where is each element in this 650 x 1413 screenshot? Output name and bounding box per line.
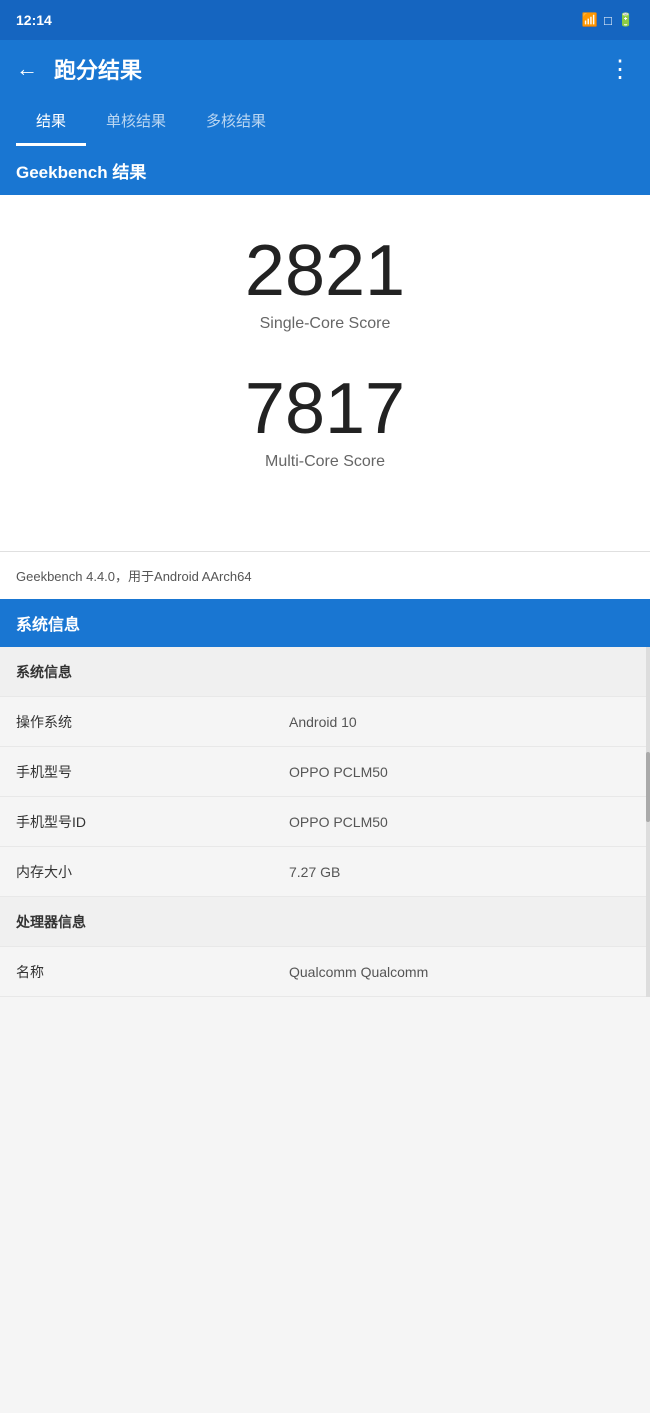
info-value: Qualcomm Qualcomm — [273, 947, 650, 996]
table-row: 处理器信息 — [0, 897, 650, 947]
single-core-score: 2821 — [20, 235, 630, 307]
info-value: Android 10 — [273, 697, 650, 746]
multi-core-label: Multi-Core Score — [20, 453, 630, 471]
info-key: 处理器信息 — [0, 897, 273, 946]
info-value: OPPO PCLM50 — [273, 747, 650, 796]
system-info-header: 系统信息 — [0, 599, 650, 647]
table-row: 内存大小7.27 GB — [0, 847, 650, 897]
score-area: 2821 Single-Core Score 7817 Multi-Core S… — [0, 195, 650, 551]
single-core-label: Single-Core Score — [20, 315, 630, 333]
tab-single-core[interactable]: 单核结果 — [86, 98, 186, 146]
scrollbar-track — [646, 647, 650, 997]
signal-icon: □ — [604, 13, 612, 28]
info-value: OPPO PCLM50 — [273, 797, 650, 846]
status-icons: 📶 □ 🔋 — [582, 12, 634, 28]
table-row: 操作系统Android 10 — [0, 697, 650, 747]
tab-bar: 结果 单核结果 多核结果 — [0, 98, 650, 146]
info-key: 手机型号ID — [0, 797, 273, 846]
scrollbar-thumb — [646, 752, 650, 822]
menu-button[interactable]: ⋮ — [608, 55, 634, 84]
info-key: 内存大小 — [0, 847, 273, 896]
info-value — [273, 897, 650, 946]
info-value — [273, 647, 650, 696]
status-time: 12:14 — [16, 12, 52, 28]
table-row: 系统信息 — [0, 647, 650, 697]
info-value: 7.27 GB — [273, 847, 650, 896]
geekbench-header: Geekbench 结果 — [0, 146, 650, 195]
top-bar: ← 跑分结果 ⋮ — [0, 40, 650, 98]
system-info-table: 系统信息操作系统Android 10手机型号OPPO PCLM50手机型号IDO… — [0, 647, 650, 997]
single-core-block: 2821 Single-Core Score — [20, 235, 630, 333]
multi-core-block: 7817 Multi-Core Score — [20, 373, 630, 471]
tab-results[interactable]: 结果 — [16, 98, 86, 146]
page-title: 跑分结果 — [54, 53, 142, 85]
status-bar: 12:14 📶 □ 🔋 — [0, 0, 650, 40]
info-key: 系统信息 — [0, 647, 273, 696]
back-button[interactable]: ← — [16, 56, 38, 82]
info-key: 手机型号 — [0, 747, 273, 796]
table-row: 手机型号IDOPPO PCLM50 — [0, 797, 650, 847]
geekbench-info-line: Geekbench 4.4.0，用于Android AArch64 — [0, 551, 650, 599]
system-info-rows: 系统信息操作系统Android 10手机型号OPPO PCLM50手机型号IDO… — [0, 647, 650, 997]
table-row: 手机型号OPPO PCLM50 — [0, 747, 650, 797]
wifi-icon: 📶 — [582, 12, 598, 28]
info-key: 操作系统 — [0, 697, 273, 746]
top-bar-left: ← 跑分结果 — [16, 53, 142, 85]
tab-multi-core[interactable]: 多核结果 — [186, 98, 286, 146]
multi-core-score: 7817 — [20, 373, 630, 445]
info-key: 名称 — [0, 947, 273, 996]
table-row: 名称Qualcomm Qualcomm — [0, 947, 650, 997]
battery-icon: 🔋 — [618, 12, 634, 28]
